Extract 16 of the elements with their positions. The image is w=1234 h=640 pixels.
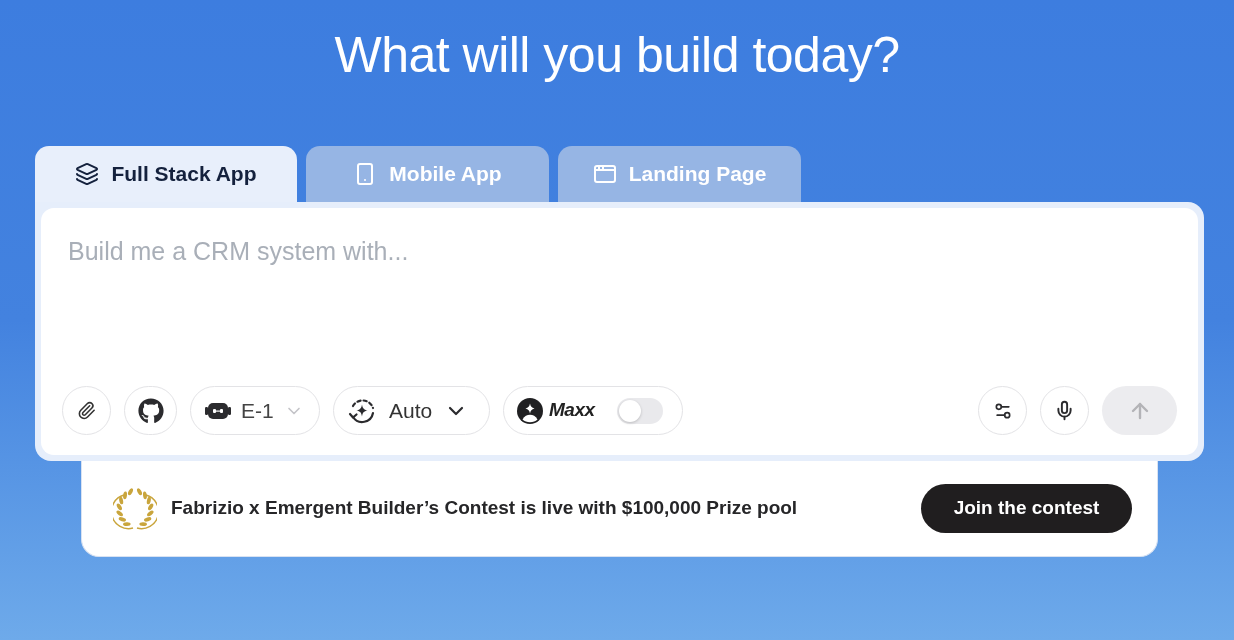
laurel-wreath-icon: [113, 486, 157, 531]
microphone-icon: [1054, 400, 1075, 421]
contest-message: Fabrizio x Emergent Builder’s Contest is live with $100,000 Prize pool: [171, 496, 798, 521]
github-icon: [137, 397, 164, 424]
person-sparkle-icon: [517, 397, 543, 424]
paperclip-icon: [77, 401, 96, 420]
maxx-label: Maxx: [549, 398, 595, 423]
maxx-toggle[interactable]: [616, 397, 663, 424]
page-heading: What will you build today?: [334, 26, 900, 85]
browser-window-icon: [592, 162, 617, 186]
prompt-box[interactable]: Build me a CRM system with... E-1 Auto Maxx: [41, 208, 1198, 455]
mode-tab[interactable]: Full Stack App: [35, 146, 297, 202]
join-contest-button[interactable]: Join the contest: [921, 484, 1132, 533]
prompt-field[interactable]: Build me a CRM system with...: [62, 235, 1177, 386]
layers-icon: [75, 162, 100, 186]
robot-face-icon: [205, 401, 231, 420]
